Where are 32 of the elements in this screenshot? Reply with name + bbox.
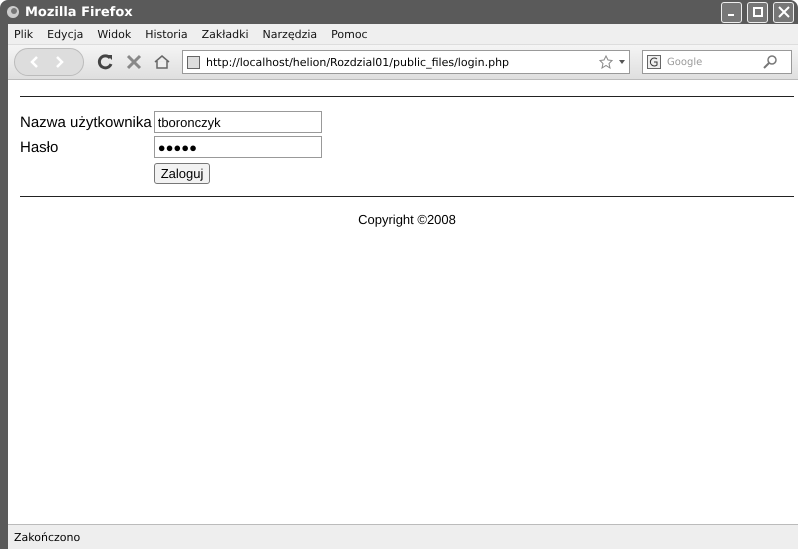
- menu-item[interactable]: Plik: [14, 28, 34, 40]
- copyright-text: Copyright ©2008: [358, 212, 456, 227]
- menu-item[interactable]: Narzędzia: [262, 28, 318, 40]
- site-icon: [187, 56, 200, 68]
- search-box[interactable]: Google: [642, 50, 792, 74]
- stop-icon[interactable]: [126, 54, 142, 70]
- menu-item[interactable]: Zakładki: [202, 28, 249, 40]
- dropdown-icon[interactable]: [619, 60, 625, 64]
- minimize-icon: [728, 14, 736, 17]
- close-icon: [778, 6, 790, 18]
- maximize-button[interactable]: [747, 2, 768, 22]
- menu-item[interactable]: Edycja: [47, 28, 84, 40]
- close-button[interactable]: [773, 2, 794, 22]
- address-bar[interactable]: http://localhost/helion/Rozdzial01/public_files/login.php: [182, 50, 630, 74]
- url-text: http://localhost/helion/Rozdzial01/public_files/login.php: [206, 56, 510, 68]
- window-title: Mozilla Firefox: [25, 4, 134, 20]
- home-icon[interactable]: [154, 54, 170, 70]
- reload-icon[interactable]: [96, 53, 114, 71]
- field-label: Nazwa użytkownika: [20, 114, 152, 130]
- input-field[interactable]: tboronczyk: [154, 111, 322, 133]
- menu-item[interactable]: Widok: [97, 28, 132, 40]
- minimize-button[interactable]: [721, 2, 742, 22]
- star-icon[interactable]: [599, 55, 613, 69]
- input-field[interactable]: ●●●●●: [154, 136, 322, 158]
- menu-item[interactable]: Pomoc: [331, 28, 368, 40]
- search-engine-icon[interactable]: [647, 55, 661, 69]
- menu-item[interactable]: Historia: [145, 28, 188, 40]
- field-label: Hasło: [20, 138, 60, 156]
- status-text: Zakończono: [14, 530, 80, 544]
- login-button[interactable]: Zaloguj: [154, 163, 210, 184]
- maximize-icon: [752, 7, 762, 17]
- search-icon[interactable]: [763, 55, 777, 69]
